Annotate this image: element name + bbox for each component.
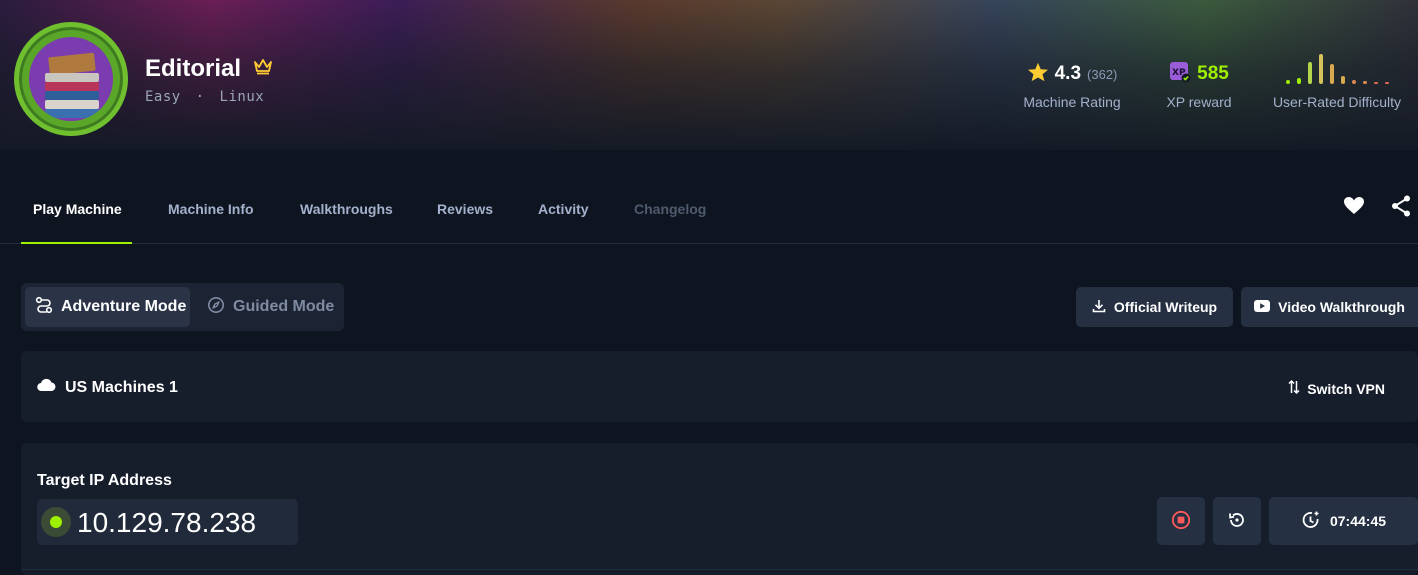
tab-play-machine[interactable]: Play Machine xyxy=(33,201,122,217)
os-text: Linux xyxy=(219,89,265,105)
rating-label: Machine Rating xyxy=(1023,94,1121,110)
compass-icon xyxy=(207,296,225,319)
cloud-icon xyxy=(37,378,56,397)
rating-value: 4.3 xyxy=(1054,63,1082,84)
target-ip-box[interactable]: 10.129.78.238 xyxy=(37,499,298,545)
stop-icon xyxy=(1171,510,1191,533)
writeup-label: Official Writeup xyxy=(1113,299,1218,315)
reset-machine-button[interactable] xyxy=(1213,497,1261,545)
panel-divider xyxy=(21,569,1418,570)
adventure-icon xyxy=(35,296,53,319)
machine-page: Editorial Easy · Linux 4.3 (362) Machine… xyxy=(0,0,1418,575)
subtitle-separator: · xyxy=(195,89,205,105)
timer-icon xyxy=(1301,510,1321,533)
timer-value: 07:44:45 xyxy=(1329,513,1387,529)
tab-changelog: Changelog xyxy=(634,201,707,217)
target-ip-value[interactable]: 10.129.78.238 xyxy=(77,507,256,539)
vpn-panel: US Machines 1 Switch VPN xyxy=(21,351,1418,422)
machine-rating[interactable]: 4.3 (362) Machine Rating xyxy=(1018,60,1126,110)
difficulty-label: User-Rated Difficulty xyxy=(1272,94,1402,110)
machine-header: Editorial Easy · Linux 4.3 (362) Machine… xyxy=(0,0,1418,150)
guided-mode-label: Guided Mode xyxy=(233,298,335,315)
xp-reward: XP 585 XP reward xyxy=(1160,60,1238,110)
stop-machine-button[interactable] xyxy=(1157,497,1205,545)
machine-tabs: Play Machine Machine Info Walkthroughs R… xyxy=(0,150,1418,244)
adventure-mode-label: Adventure Mode xyxy=(61,298,187,315)
tab-machine-info[interactable]: Machine Info xyxy=(168,201,254,217)
difficulty-chart xyxy=(1266,52,1408,84)
star-icon xyxy=(1027,62,1049,87)
adventure-mode-button[interactable]: Adventure Mode xyxy=(25,287,190,327)
switch-vpn-button[interactable]: Switch VPN xyxy=(1288,379,1385,398)
tab-activity[interactable]: Activity xyxy=(538,201,589,217)
target-ip-label: Target IP Address xyxy=(37,472,172,489)
active-tab-indicator xyxy=(21,242,132,244)
mode-switcher: Adventure Mode Guided Mode xyxy=(21,283,344,331)
vpn-server-name: US Machines 1 xyxy=(65,378,178,396)
difficulty-text: Easy xyxy=(145,89,181,105)
heart-icon[interactable] xyxy=(1342,194,1366,218)
extend-time-button[interactable]: 07:44:45 xyxy=(1269,497,1418,545)
xp-label: XP reward xyxy=(1166,94,1232,110)
official-writeup-button[interactable]: Official Writeup xyxy=(1076,287,1233,327)
user-difficulty[interactable]: User-Rated Difficulty xyxy=(1266,52,1408,110)
machine-name: Editorial xyxy=(145,55,242,82)
tab-reviews[interactable]: Reviews xyxy=(437,201,493,217)
target-panel: Target IP Address 10.129.78.238 07:44:45 xyxy=(21,443,1418,575)
tab-walkthroughs[interactable]: Walkthroughs xyxy=(300,201,393,217)
crown-icon xyxy=(253,57,273,80)
switch-vpn-label: Switch VPN xyxy=(1307,380,1385,397)
download-icon xyxy=(1092,299,1106,316)
rating-count: (362) xyxy=(1087,66,1118,82)
share-icon[interactable] xyxy=(1390,194,1414,218)
machine-avatar xyxy=(14,22,128,136)
xp-value: 585 xyxy=(1197,63,1229,84)
status-dot-icon xyxy=(41,507,71,537)
guided-mode-button[interactable]: Guided Mode xyxy=(197,287,342,327)
machine-subtitle: Easy · Linux xyxy=(145,89,264,105)
youtube-icon xyxy=(1254,299,1271,315)
swap-icon xyxy=(1288,379,1300,398)
xp-icon: XP xyxy=(1169,61,1191,88)
reset-icon xyxy=(1227,510,1247,533)
video-label: Video Walkthrough xyxy=(1278,299,1405,315)
video-walkthrough-button[interactable]: Video Walkthrough xyxy=(1241,287,1418,327)
